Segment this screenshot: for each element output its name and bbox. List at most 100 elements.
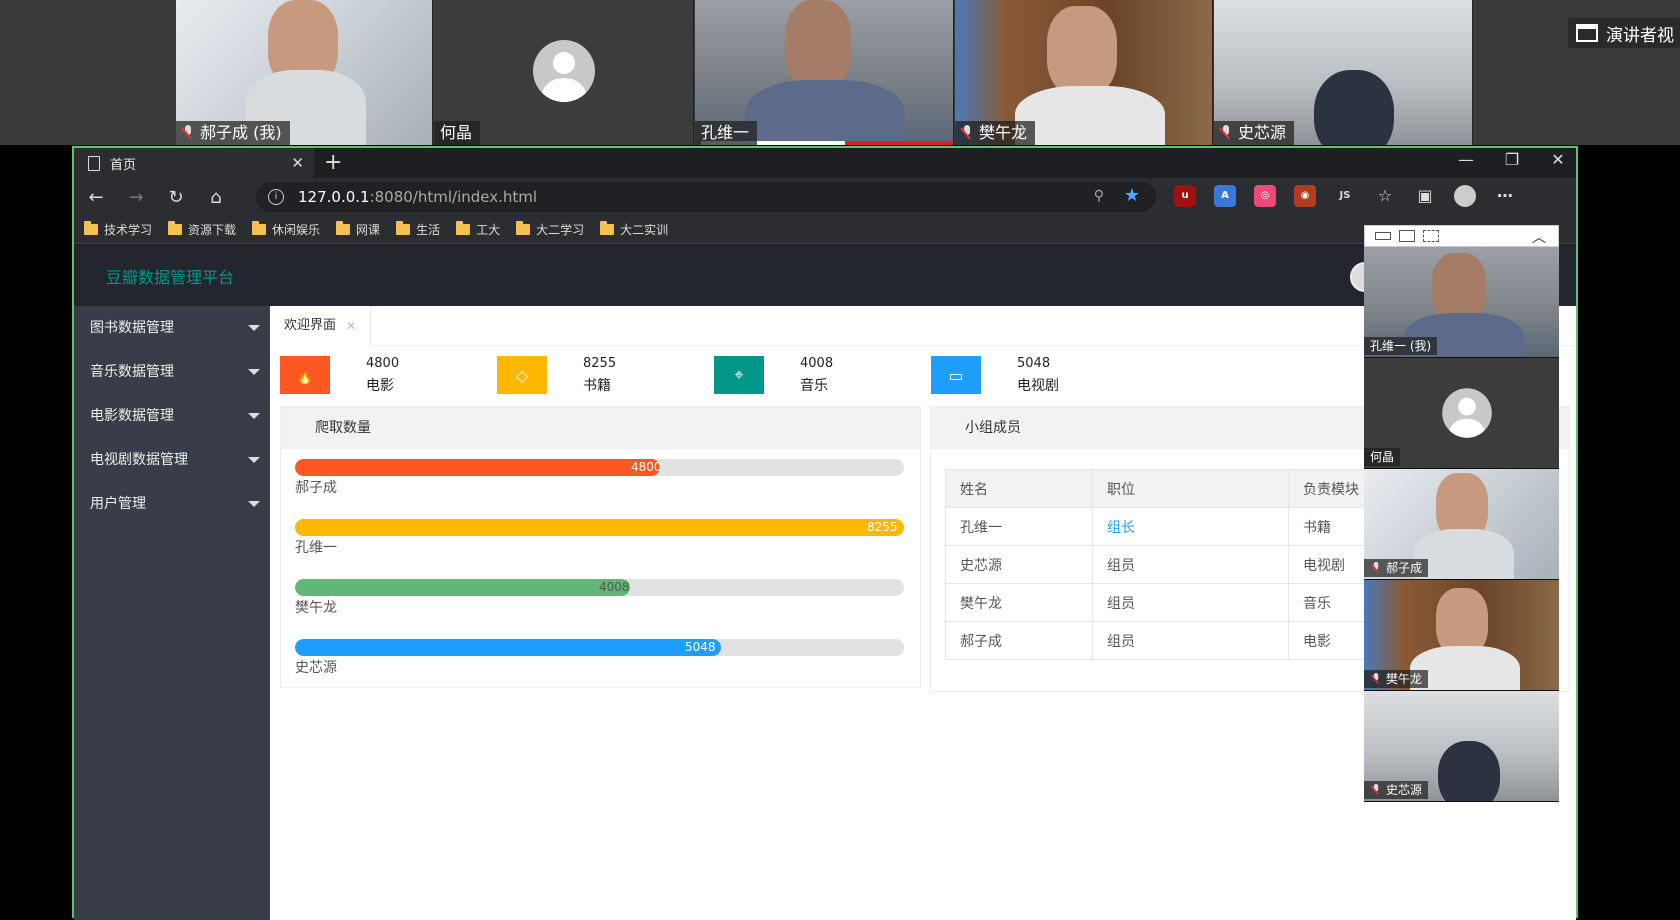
stat-label: 书籍: [583, 378, 611, 394]
menu-item-users[interactable]: 用户管理: [74, 482, 270, 526]
single-view-icon[interactable]: [1399, 230, 1415, 242]
reload-button[interactable]: ↻: [156, 187, 196, 208]
location-icon: ⌖: [714, 356, 764, 394]
bookmark-folder[interactable]: 技术学习: [84, 221, 152, 238]
menu-item-label: 图书数据管理: [90, 320, 174, 336]
video-tile-kong[interactable]: 孔维一: [695, 0, 954, 145]
stat-music[interactable]: ⌖ 4008 音乐: [714, 356, 934, 396]
address-row: ← → ↻ ⌂ i 127.0.0.1 :8080/html/index.htm…: [74, 178, 1576, 216]
grid-view-icon[interactable]: [1423, 230, 1439, 242]
stat-value: 5048: [1017, 356, 1051, 371]
window-controls: — ❐ ✕: [1456, 150, 1568, 169]
folder-icon: [84, 221, 98, 235]
menu-item-movies[interactable]: 电影数据管理: [74, 394, 270, 438]
key-icon[interactable]: ⚲: [1094, 188, 1104, 204]
mic-muted-icon: [182, 125, 194, 141]
ublock-extension-icon[interactable]: u: [1174, 185, 1196, 207]
minimize-button[interactable]: —: [1456, 150, 1476, 169]
translate-extension-icon[interactable]: A: [1214, 185, 1236, 207]
side-video-tile[interactable]: 樊午龙: [1364, 580, 1559, 691]
extensions-bar: u A ◎ ◉ JS ☆ ▣ ⋯: [1174, 185, 1516, 207]
bookmark-folder[interactable]: 工大: [456, 221, 500, 238]
cell-name: 郝子成: [945, 621, 1093, 660]
menu-item-label: 音乐数据管理: [90, 364, 174, 380]
progress-item: 4800 郝子成: [295, 459, 906, 519]
members-table: 姓名 职位 负责模块 孔维一 组长 书籍 史芯源 组员 电视剧 樊午龙 组员 音…: [945, 469, 1387, 660]
menu-item-label: 电视剧数据管理: [90, 452, 188, 468]
speaker-view-label: 演讲者视: [1606, 25, 1674, 46]
bookmark-folder[interactable]: 生活: [396, 221, 440, 238]
tampermonkey-extension-icon[interactable]: ◉: [1294, 185, 1316, 207]
side-video-tile[interactable]: 郝子成: [1364, 469, 1559, 580]
stats-row: 🔥 4800 电影 ◇ 8255 书籍 ⌖ 4008 音乐 ▭ 5048 电视剧: [280, 356, 1480, 396]
site-info-icon[interactable]: i: [268, 189, 284, 205]
browser-tab[interactable]: 首页 ✕: [74, 148, 314, 178]
video-tile-he[interactable]: 何晶: [434, 0, 694, 145]
progress-fill: [295, 639, 722, 656]
video-tile-hao[interactable]: 郝子成 (我): [176, 0, 433, 145]
forward-button[interactable]: →: [116, 187, 156, 208]
bookmark-folder[interactable]: 大二实训: [600, 221, 668, 238]
participant-name: 樊午龙: [955, 121, 1036, 145]
mic-muted-icon: [1220, 125, 1232, 141]
cell-name: 史芯源: [945, 545, 1093, 584]
close-window-button[interactable]: ✕: [1548, 150, 1568, 169]
profile-avatar-icon[interactable]: [1454, 185, 1476, 207]
video-tile-fan[interactable]: 樊午龙: [955, 0, 1213, 145]
progress-fill: [295, 519, 904, 536]
side-video-tile[interactable]: 何晶: [1364, 358, 1559, 469]
url-host: 127.0.0.1: [298, 188, 370, 206]
stat-movies[interactable]: 🔥 4800 电影: [280, 356, 500, 396]
bookmark-folder[interactable]: 大二学习: [516, 221, 584, 238]
side-video-tile[interactable]: 孔维一 (我): [1364, 247, 1559, 358]
progress-item: 4008 樊午龙: [295, 579, 906, 639]
more-menu-icon[interactable]: ⋯: [1494, 185, 1516, 207]
tab-welcome[interactable]: 欢迎界面 ✕: [270, 306, 372, 346]
bookmark-folder[interactable]: 网课: [336, 221, 380, 238]
collections-icon[interactable]: ▣: [1414, 185, 1436, 207]
web-page: 豆瓣数据管理平台 图书数据管理 音乐数据管理 电影数据管理 电视剧数据管理 用户…: [74, 246, 1576, 920]
favorite-star-icon[interactable]: ★: [1124, 185, 1140, 206]
close-tab-icon[interactable]: ✕: [291, 154, 304, 172]
progress-value: 4800: [631, 460, 662, 474]
menu-item-music[interactable]: 音乐数据管理: [74, 350, 270, 394]
favorites-icon[interactable]: ☆: [1374, 185, 1396, 207]
person-body: [1414, 529, 1514, 579]
person-face: [785, 0, 851, 90]
chevron-up-icon[interactable]: ︿: [1532, 227, 1546, 247]
restore-button[interactable]: ❐: [1502, 150, 1522, 169]
caret-down-icon: [248, 457, 260, 463]
address-bar[interactable]: i 127.0.0.1 :8080/html/index.html ⚲ ★: [256, 182, 1156, 212]
close-icon[interactable]: ✕: [346, 307, 356, 345]
stat-value: 4008: [800, 356, 834, 371]
menu-item-tv[interactable]: 电视剧数据管理: [74, 438, 270, 482]
stat-books[interactable]: ◇ 8255 书籍: [497, 356, 717, 396]
side-video-tile[interactable]: 史芯源: [1364, 691, 1559, 802]
app-title[interactable]: 豆瓣数据管理平台: [106, 264, 234, 288]
js-extension-icon[interactable]: JS: [1334, 185, 1356, 207]
stat-value: 4800: [366, 356, 400, 371]
default-avatar-icon: [1442, 388, 1492, 438]
progress-track: [295, 519, 904, 536]
cell-role: 组员: [1092, 545, 1289, 584]
minimize-view-icon[interactable]: [1375, 232, 1391, 240]
mic-muted-icon: [1372, 673, 1381, 685]
menu-item-books[interactable]: 图书数据管理: [74, 306, 270, 350]
folder-icon: [456, 221, 471, 235]
crawl-count-card: 爬取数量 4800 郝子成 8255 孔维一 4008 樊午龙 5048 史芯源: [280, 406, 921, 688]
mic-muted-icon: [1372, 784, 1381, 796]
stat-tv[interactable]: ▭ 5048 电视剧: [931, 356, 1151, 396]
home-button[interactable]: ⌂: [196, 187, 236, 208]
back-button[interactable]: ←: [76, 187, 116, 208]
new-tab-button[interactable]: +: [324, 150, 342, 175]
folder-icon: [600, 221, 615, 235]
video-tile-shi[interactable]: 史芯源: [1214, 0, 1473, 145]
pink-extension-icon[interactable]: ◎: [1254, 185, 1276, 207]
participant-name: 孔维一: [695, 121, 758, 145]
bookmark-folder[interactable]: 休闲娱乐: [252, 221, 320, 238]
caret-down-icon: [248, 501, 260, 507]
participant-name: 何晶: [1364, 448, 1401, 466]
speaker-view-button[interactable]: 演讲者视: [1568, 18, 1680, 48]
bookmark-folder[interactable]: 资源下载: [168, 221, 236, 238]
stat-label: 电影: [366, 378, 394, 394]
